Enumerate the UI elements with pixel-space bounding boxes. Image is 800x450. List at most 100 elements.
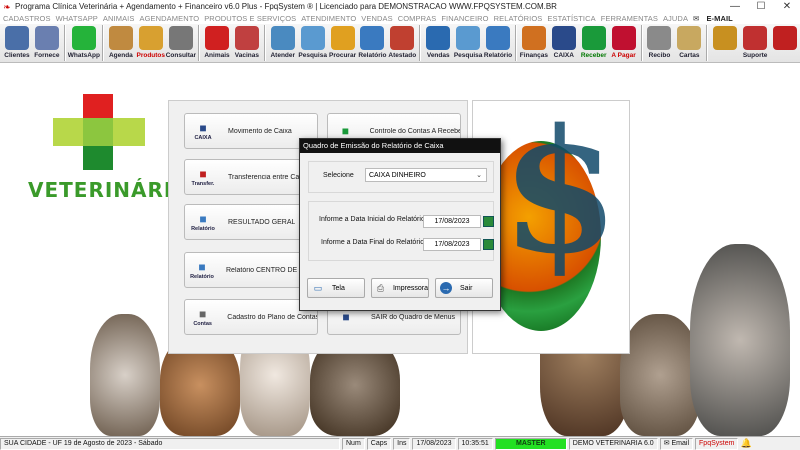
status-ins: Ins bbox=[393, 437, 411, 450]
toolbar-caixa-button[interactable]: CAIXA bbox=[549, 24, 579, 62]
register-icon bbox=[168, 26, 193, 50]
toolbar-whatsapp-button[interactable]: WhatsApp bbox=[68, 24, 100, 62]
menu-btn-4[interactable]: ■ Relatório RESULTADO GERAL bbox=[184, 204, 318, 240]
status-brand: FpqSystem bbox=[695, 437, 739, 450]
calendar-icon[interactable] bbox=[483, 239, 494, 250]
caixa-select[interactable]: CAIXA DINHEIRO ⌄ bbox=[365, 168, 487, 182]
cash-icon bbox=[551, 26, 576, 50]
toolbar-recibo-button[interactable]: Recibo bbox=[645, 24, 675, 62]
toolbar-separator bbox=[640, 25, 643, 61]
supplier-icon bbox=[34, 26, 59, 50]
menu-btn-label: Transferencia entre Caixa bbox=[228, 173, 309, 181]
menu-btn-6[interactable]: ■ Contas Cadastro do Plano de Contas bbox=[184, 299, 318, 335]
menu-animais[interactable]: ANIMAIS bbox=[103, 14, 135, 23]
dollar-sign-icon: $ bbox=[501, 100, 620, 292]
maximize-button[interactable]: ☐ bbox=[748, 1, 774, 12]
screen-button[interactable]: ▭ Tela bbox=[307, 278, 365, 298]
date-start-input[interactable]: 17/08/2023 bbox=[423, 215, 481, 228]
toolbar-separator bbox=[706, 25, 709, 61]
toolbar-label: Procurar bbox=[329, 52, 357, 59]
menu-ajuda[interactable]: AJUDA bbox=[663, 14, 688, 23]
menu-btn-3[interactable]: ■ Transfer. Transferencia entre Caixa bbox=[184, 159, 318, 195]
toolbar-label: Produtos bbox=[136, 52, 166, 59]
icon-glyph: ■ bbox=[199, 307, 207, 321]
menu-atendimento[interactable]: ATENDIMENTO bbox=[301, 14, 356, 23]
menu-btn-5[interactable]: ■ Relatório Relatório CENTRO DE CUSTO bbox=[184, 252, 318, 288]
toolbar-label: Fornece bbox=[34, 52, 60, 59]
toolbar-receber-button[interactable]: Receber bbox=[579, 24, 609, 62]
toolbar-pesquisa-button[interactable]: Pesquisa bbox=[298, 24, 328, 62]
status-time: 10:35:51 bbox=[457, 437, 493, 450]
boxes-icon bbox=[138, 26, 163, 50]
menu-btn-1[interactable]: ■ CAIXA Movimento de Caixa bbox=[184, 113, 318, 149]
toolbar-finan-as-button[interactable]: Finanças bbox=[519, 24, 549, 62]
toolbar-separator bbox=[514, 25, 517, 61]
toolbar-label: A Pagar bbox=[611, 52, 636, 59]
toolbar-label: Animais bbox=[204, 52, 230, 59]
toolbar-vendas-button[interactable]: Vendas bbox=[423, 24, 453, 62]
close-button[interactable]: ✕ bbox=[774, 1, 800, 12]
toolbar-produtos-button[interactable]: Produtos bbox=[136, 24, 166, 62]
toolbar: Clientes Fornece WhatsApp Agenda Produtos Con… bbox=[0, 24, 800, 63]
toolbar-vacinas-button[interactable]: Vacinas bbox=[232, 24, 262, 62]
toolbar-procurar-button[interactable]: Procurar bbox=[328, 24, 358, 62]
menu-produtos[interactable]: PRODUTOS E SERVIÇOS bbox=[204, 14, 296, 23]
toolbar-agenda-button[interactable]: Agenda bbox=[106, 24, 136, 62]
toolbar-clientes-button[interactable]: Clientes bbox=[2, 24, 32, 62]
monitor-icon: ▭ bbox=[313, 282, 323, 293]
receipt-icon bbox=[647, 26, 672, 50]
toolbar-atestado-button[interactable]: Atestado bbox=[387, 24, 417, 62]
status-email[interactable]: ✉ Email bbox=[659, 437, 694, 450]
monitor-icon bbox=[426, 26, 451, 50]
date-end-input[interactable]: 17/08/2023 bbox=[423, 238, 481, 251]
calendar-icon[interactable] bbox=[483, 216, 494, 227]
toolbar-relat-rio-button[interactable]: Relatório bbox=[483, 24, 513, 62]
toolbar-label: Consultar bbox=[165, 52, 197, 59]
toolbar-coins-icon-button[interactable] bbox=[710, 24, 740, 62]
exit-button-label: Sair bbox=[460, 284, 473, 292]
toolbar-a-pagar-button[interactable]: A Pagar bbox=[609, 24, 639, 62]
toolbar-exit-icon-button[interactable] bbox=[770, 24, 800, 62]
status-date: 17/08/2023 bbox=[412, 437, 456, 450]
menu-estatistica[interactable]: ESTATÍSTICA bbox=[547, 14, 595, 23]
veterinaria-logo: VETERINÁRIA bbox=[20, 94, 188, 234]
menu-ferramentas[interactable]: FERRAMENTAS bbox=[601, 14, 658, 23]
menu-btn-label: Cadastro do Plano de Contas bbox=[227, 313, 317, 321]
menu-email[interactable]: E-MAIL bbox=[706, 14, 732, 23]
report-icon: ■ Relatório bbox=[188, 207, 218, 237]
menu-btn-label: Movimento de Caixa bbox=[228, 127, 292, 135]
report-icon: ■ Relatório bbox=[188, 255, 216, 285]
icon-glyph: ■ bbox=[199, 167, 207, 181]
toolbar-pesquisa-button[interactable]: Pesquisa bbox=[453, 24, 483, 62]
dialog-title: Quadro de Emissão do Relatório de Caixa bbox=[300, 139, 500, 153]
toolbar-cartas-button[interactable]: Cartas bbox=[674, 24, 704, 62]
syringe-icon bbox=[234, 26, 259, 50]
status-email-label: Email bbox=[671, 439, 690, 447]
toolbar-relat-rio-button[interactable]: Relatório bbox=[358, 24, 388, 62]
toolbar-suporte-button[interactable]: Suporte bbox=[740, 24, 770, 62]
toolbar-atender-button[interactable]: Atender bbox=[268, 24, 298, 62]
menu-compras[interactable]: COMPRAS bbox=[398, 14, 437, 23]
toolbar-separator bbox=[419, 25, 422, 61]
menu-relatorios[interactable]: RELATÓRIOS bbox=[494, 14, 543, 23]
report-icon bbox=[486, 26, 510, 50]
menu-financeiro[interactable]: FINANCEIRO bbox=[441, 14, 488, 23]
menu-whatsapp[interactable]: WHATSAPP bbox=[56, 14, 98, 23]
email-icon: ✉ bbox=[693, 14, 700, 23]
menu-cadastros[interactable]: CADASTROS bbox=[3, 14, 51, 23]
toolbar-fornece-button[interactable]: Fornece bbox=[32, 24, 62, 62]
date-start-label: Informe a Data Inicial do Relatório bbox=[319, 216, 425, 223]
finance-icon bbox=[521, 26, 546, 50]
toolbar-label: Atender bbox=[270, 52, 296, 59]
icon-glyph: ■ bbox=[198, 260, 206, 274]
minimize-button[interactable]: — bbox=[722, 1, 748, 12]
notification-icon: 🔔 bbox=[740, 438, 752, 448]
toolbar-label: Receber bbox=[580, 52, 607, 59]
toolbar-consultar-button[interactable]: Consultar bbox=[166, 24, 196, 62]
scroll-icon bbox=[677, 26, 702, 50]
printer-button[interactable]: ⎙ Impressora bbox=[371, 278, 429, 298]
exit-button[interactable]: → Sair bbox=[435, 278, 493, 298]
menu-agendamento[interactable]: AGENDAMENTO bbox=[139, 14, 199, 23]
menu-vendas[interactable]: VENDAS bbox=[361, 14, 392, 23]
toolbar-animais-button[interactable]: Animais bbox=[202, 24, 232, 62]
